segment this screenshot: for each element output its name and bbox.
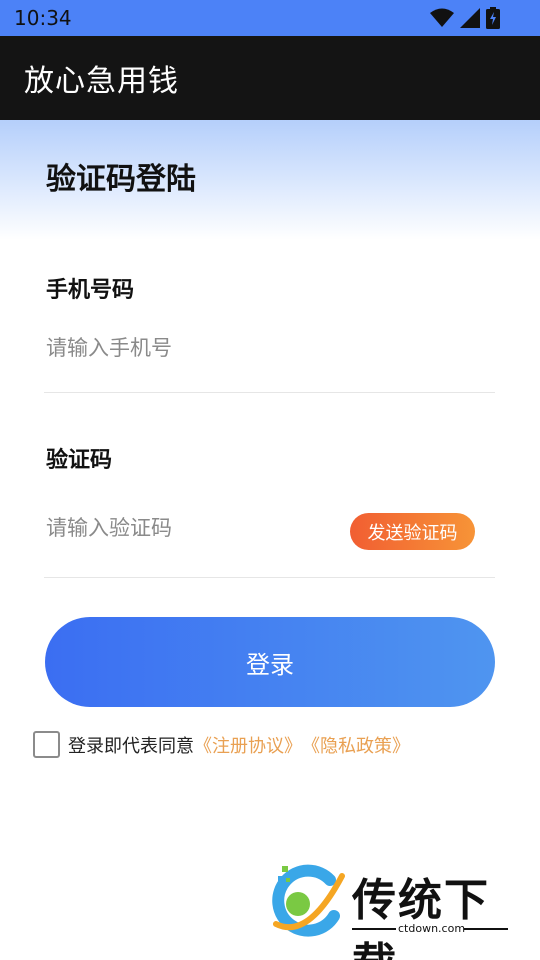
- watermark: 传统下载 ctdown.com: [268, 862, 518, 960]
- battery-icon: [486, 7, 500, 29]
- send-code-button[interactable]: 发送验证码: [350, 513, 475, 550]
- watermark-line-right: [464, 928, 508, 930]
- terms-link[interactable]: 《注册协议》: [194, 732, 302, 758]
- page-title: 验证码登陆: [46, 162, 196, 197]
- watermark-title: 传统下载: [352, 875, 490, 960]
- app-bar: 放心急用钱: [0, 36, 540, 120]
- code-divider: [44, 577, 495, 578]
- phone-label: 手机号码: [46, 278, 135, 303]
- agreement-checkbox[interactable]: [33, 731, 60, 758]
- phone-input[interactable]: [46, 328, 346, 368]
- phone-divider: [44, 392, 495, 393]
- privacy-link[interactable]: 《隐私政策》: [302, 732, 410, 758]
- verification-code-input[interactable]: [46, 508, 336, 548]
- status-time: 10:34: [14, 6, 72, 30]
- watermark-line-left: [352, 928, 396, 930]
- code-label: 验证码: [46, 448, 113, 473]
- agreement-row: 登录即代表同意 《注册协议》 《隐私政策》: [33, 731, 410, 758]
- login-button[interactable]: 登录: [45, 617, 495, 707]
- status-bar: 10:34: [0, 0, 540, 36]
- watermark-subtitle: ctdown.com: [398, 922, 466, 935]
- status-icons: [430, 7, 500, 29]
- app-title: 放心急用钱: [24, 64, 179, 99]
- wifi-icon: [430, 8, 454, 27]
- agreement-text: 登录即代表同意: [68, 735, 194, 757]
- watermark-logo-icon: [272, 864, 345, 937]
- signal-icon: [460, 8, 480, 28]
